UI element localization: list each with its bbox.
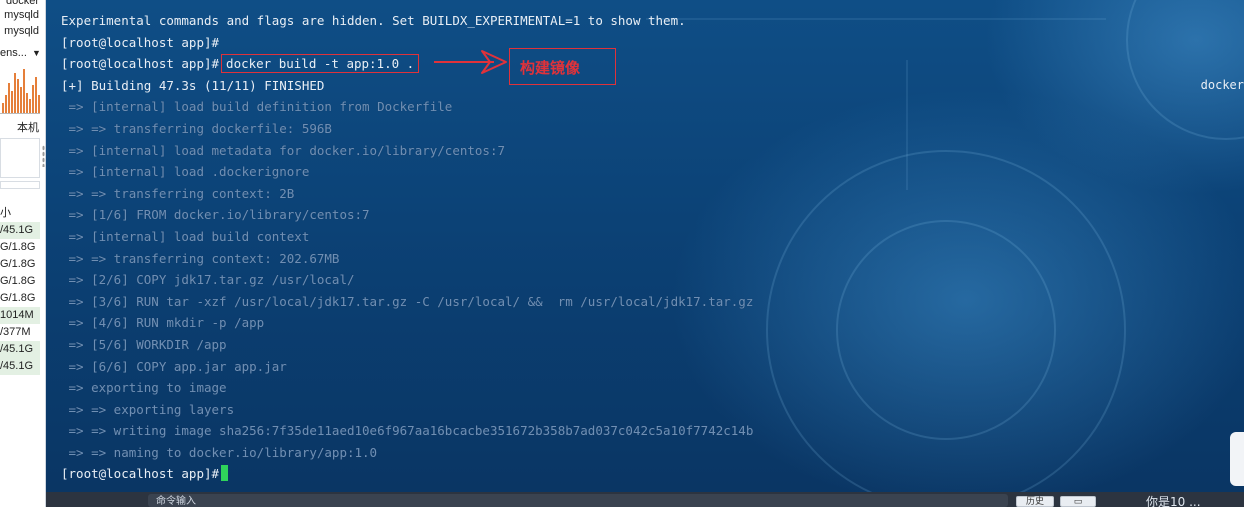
terminal-current-prompt[interactable]: [root@localhost app]#: [61, 463, 753, 485]
terminal-window[interactable]: Experimental commands and flags are hidd…: [46, 0, 1244, 507]
background-decoration: [836, 220, 1056, 440]
terminal-line: Experimental commands and flags are hidd…: [61, 13, 686, 28]
size-value: /45.1G: [0, 358, 40, 375]
left-side-panel: docker mysqld mysqld ens... ▼ 本机 小 /45.1…: [0, 0, 46, 507]
terminal-prompt: [root@localhost app]#: [61, 56, 220, 72]
traffic-bar: [5, 95, 7, 113]
process-item[interactable]: mysqld: [4, 8, 39, 22]
build-step-line: => [2/6] COPY jdk17.tar.gz /usr/local/: [61, 272, 355, 288]
build-step-line: => => naming to docker.io/library/app:1.…: [61, 444, 378, 460]
build-step-line: => => transferring dockerfile: 596B: [61, 120, 332, 136]
build-step-line: => [4/6] RUN mkdir -p /app: [61, 315, 265, 331]
info-box: [0, 138, 40, 178]
size-value: /377M: [0, 326, 31, 338]
build-steps: => [internal] load build definition from…: [61, 96, 754, 463]
option-button[interactable]: ▭: [1060, 496, 1096, 507]
annotation-label: 构建镜像: [509, 48, 616, 85]
terminal-prompt: [root@localhost app]#: [61, 466, 220, 482]
traffic-bar: [32, 85, 34, 113]
size-column-header: 小: [0, 207, 11, 219]
size-value: G/1.8G: [0, 275, 36, 287]
network-dropdown[interactable]: ens... ▼: [0, 46, 41, 60]
size-list: /45.1G G/1.8G G/1.8G G/1.8G G/1.8G 1014M…: [0, 222, 40, 375]
arrow-icon: [434, 50, 507, 74]
traffic-bar: [17, 79, 19, 113]
build-step-line: => [5/6] WORKDIR /app: [61, 336, 227, 352]
process-item[interactable]: mysqld: [4, 24, 39, 38]
size-value: 1014M: [0, 307, 40, 324]
terminal-output: Experimental commands and flags are hidd…: [61, 10, 753, 485]
size-value: /45.1G: [0, 222, 40, 239]
size-value: G/1.8G: [0, 241, 36, 253]
build-step-line: => => transferring context: 202.67MB: [61, 250, 340, 266]
chevron-down-icon: ▼: [31, 48, 41, 58]
size-value: /45.1G: [0, 341, 40, 358]
traffic-bar: [26, 93, 28, 113]
build-step-line: => exporting to image: [61, 380, 227, 396]
build-step-line: => => writing image sha256:7f35de11aed10…: [61, 423, 754, 439]
build-step-line: => => transferring context: 2B: [61, 185, 295, 201]
traffic-bar: [29, 99, 31, 113]
traffic-bar: [38, 95, 40, 113]
background-decoration: [906, 60, 908, 190]
background-decoration: [1126, 0, 1244, 140]
build-step-line: => => exporting layers: [61, 401, 235, 417]
build-step-line: => [internal] load build definition from…: [61, 99, 453, 115]
traffic-bar: [8, 83, 10, 113]
build-step-line: => [6/6] COPY app.jar app.jar: [61, 358, 287, 374]
terminal-command-line: [root@localhost app]# docker build -t app…: [61, 53, 753, 75]
history-button[interactable]: 历史: [1016, 496, 1054, 507]
traffic-bar: [14, 73, 16, 113]
resize-handle[interactable]: [42, 145, 45, 167]
traffic-bar: [20, 87, 22, 113]
status-text: 你是10 ...: [1146, 495, 1201, 507]
terminal-cursor: [221, 465, 229, 482]
network-dropdown-label: ens...: [0, 47, 27, 59]
info-box: [0, 181, 40, 189]
size-value: G/1.8G: [0, 292, 36, 304]
docker-label: docker: [1200, 78, 1244, 92]
network-traffic-chart: [0, 68, 40, 114]
traffic-bar: [2, 103, 4, 113]
traffic-bar: [35, 77, 37, 113]
size-value: G/1.8G: [0, 258, 36, 270]
build-step-line: => [1/6] FROM docker.io/library/centos:7: [61, 207, 370, 223]
build-step-line: => [internal] load build context: [61, 228, 310, 244]
build-step-line: => [internal] load .dockerignore: [61, 164, 310, 180]
local-label: 本机: [17, 122, 39, 134]
build-step-line: => [3/6] RUN tar -xzf /usr/local/jdk17.t…: [61, 293, 754, 309]
terminal-line: [+] Building 47.3s (11/11) FINISHED: [61, 77, 325, 93]
build-step-line: => [internal] load metadata for docker.i…: [61, 142, 506, 158]
command-input[interactable]: 命令输入: [148, 494, 1008, 507]
highlighted-command: docker build -t app:1.0 .: [221, 54, 420, 74]
traffic-bar: [23, 69, 25, 113]
bottom-command-bar: 命令输入 历史 ▭ 你是10 ...: [46, 492, 1244, 507]
process-item[interactable]: docker: [6, 0, 39, 8]
terminal-prompt-line: [root@localhost app]#: [61, 34, 220, 50]
scroll-handle[interactable]: [1230, 432, 1244, 486]
traffic-bar: [11, 91, 13, 113]
